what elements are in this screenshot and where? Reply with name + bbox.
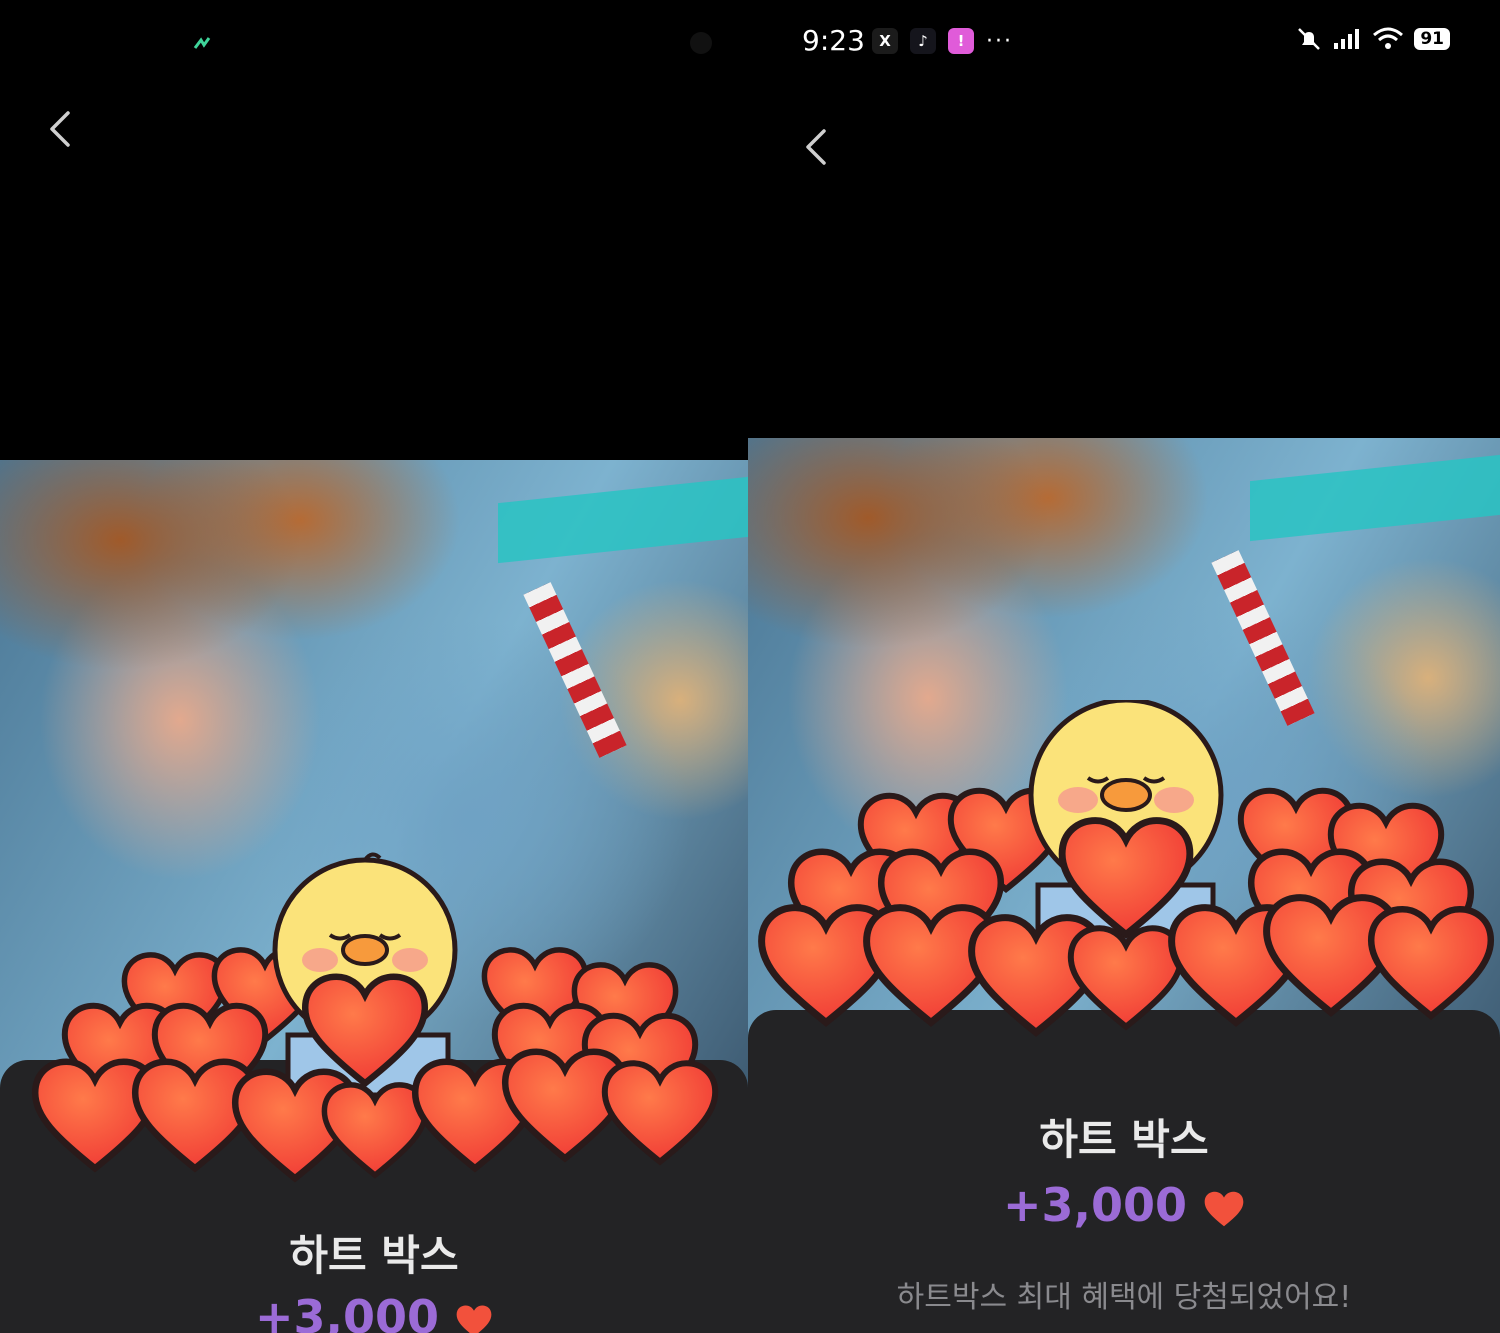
info-app-icon: !	[948, 28, 974, 54]
x-app-icon: X	[872, 28, 898, 54]
photo-striped-sleeve	[523, 582, 627, 758]
status-time: 9:23	[802, 24, 865, 57]
chevron-left-icon	[806, 129, 826, 165]
wifi-icon	[1373, 27, 1404, 49]
back-button[interactable]	[796, 122, 836, 172]
reward-value: +3,000	[1002, 1178, 1188, 1232]
back-button[interactable]	[40, 104, 80, 154]
more-notifications-icon: ···	[986, 28, 1013, 54]
reward-amount: +3,000	[0, 1290, 748, 1333]
heart-box-illustration	[756, 700, 1496, 1040]
bell-off-icon	[1298, 28, 1321, 50]
battery-indicator: 91	[1414, 28, 1450, 50]
left-screenshot: 하트 박스 +3,000	[0, 0, 748, 1333]
notification-app-icons: X ♪ ! ···	[872, 28, 1013, 54]
camera-cutout-icon	[690, 32, 712, 54]
photo-sky	[1250, 454, 1500, 542]
reward-message: 하트박스 최대 혜택에 당첨되었어요!	[896, 1280, 1352, 1315]
tiktok-app-icon: ♪	[910, 28, 936, 54]
reward-amount: +3,000	[748, 1178, 1500, 1232]
heart-box-title: 하트 박스	[1039, 1115, 1209, 1164]
reward-value: +3,000	[254, 1290, 440, 1333]
system-status-icons: 91	[1296, 26, 1450, 52]
photo-sky	[498, 476, 748, 564]
cell-signal-icon	[1334, 29, 1360, 49]
heart-box-illustration	[20, 852, 730, 1190]
heart-icon	[1204, 1191, 1244, 1226]
status-bar: 9:23 X ♪ ! ··· 91	[748, 0, 1500, 84]
heart-icon	[456, 1305, 492, 1333]
chevron-left-icon	[50, 111, 70, 147]
signal-app-icon	[193, 37, 211, 49]
heart-box-title: 하트 박스	[289, 1231, 459, 1280]
status-bar	[0, 0, 748, 84]
right-screenshot: 9:23 X ♪ ! ··· 91 하트 박스 +3,000 하트박스 최대 혜…	[748, 0, 1500, 1333]
